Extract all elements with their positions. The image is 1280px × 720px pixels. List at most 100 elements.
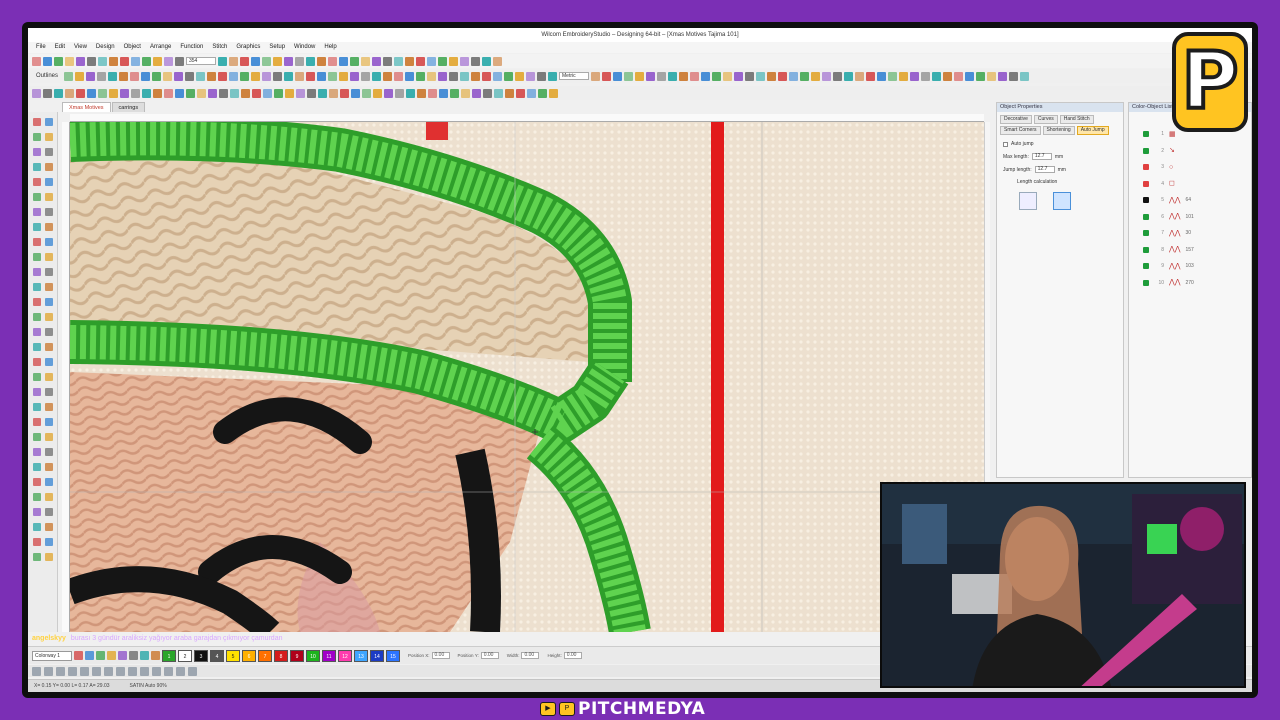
tb2-tool-30-icon[interactable] [383,71,393,81]
color-object-row[interactable]: 5 ⋀⋀ 64 [1129,192,1251,209]
toolbox-tool-8-icon[interactable] [45,163,53,171]
tb2-tool-22-icon[interactable] [295,71,305,81]
toolbox-tool-17-icon[interactable] [33,238,41,246]
tb2-tool-9-icon[interactable] [152,71,162,81]
tb3-tool-44-icon[interactable] [505,88,514,98]
tb3-tool-46-icon[interactable] [527,88,536,98]
colorway-select[interactable]: Colorway 1 [32,650,72,661]
tb3-tool-13-icon[interactable] [164,88,173,98]
tb3-tool-43-icon[interactable] [494,88,503,98]
tb2-tool-70-icon[interactable] [855,71,865,81]
tb1-tool-15-icon[interactable] [218,56,227,66]
palette-tool-3-icon[interactable] [96,651,105,660]
toolbox-tool-51-icon[interactable] [33,493,41,501]
tb2-tool-19-icon[interactable] [262,71,272,81]
tb2-tool-68-icon[interactable] [833,71,843,81]
palette-tool-8-icon[interactable] [151,651,160,660]
tb1-tool-26-icon[interactable] [339,56,348,66]
tb2-tool-52-icon[interactable] [657,71,667,81]
view-tool-7-icon[interactable] [104,666,113,676]
tb2-tool-18-icon[interactable] [251,71,261,81]
zoom-select[interactable]: 354 [186,57,216,65]
view-tool-8-icon[interactable] [116,666,125,676]
tb2-tool-31-icon[interactable] [394,71,404,81]
units-select[interactable]: Metric [559,72,590,80]
toolbox-tool-48-icon[interactable] [45,463,53,471]
tb3-tool-24-icon[interactable] [285,88,294,98]
toolbox-tool-49-icon[interactable] [33,478,41,486]
tb3-tool-37-icon[interactable] [428,88,437,98]
tb2-tool-38-icon[interactable] [471,71,481,81]
tb2-tool-55-icon[interactable] [690,71,700,81]
tb2-tool-28-icon[interactable] [361,71,371,81]
palette-tool-1-icon[interactable] [74,651,83,660]
tb3-tool-33-icon[interactable] [384,88,393,98]
toolbox-tool-39-icon[interactable] [33,403,41,411]
color-object-row[interactable]: 9 ⋀⋀ 103 [1129,258,1251,275]
tb1-tool-36-icon[interactable] [449,56,458,66]
tb2-tool-51-icon[interactable] [646,71,656,81]
tb2-tool-4-icon[interactable] [97,71,107,81]
tb2-tool-48-icon[interactable] [613,71,623,81]
color-object-row[interactable]: 6 ⋀⋀ 101 [1129,209,1251,226]
view-tool-11-icon[interactable] [152,666,161,676]
view-tool-9-icon[interactable] [128,666,137,676]
tb3-tool-8-icon[interactable] [109,88,118,98]
toolbox-tool-14-icon[interactable] [45,208,53,216]
tb2-tool-84-icon[interactable] [1009,71,1019,81]
tb1-tool-2-icon[interactable] [43,56,52,66]
tb1-tool-10-icon[interactable] [131,56,140,66]
tb1-tool-9-icon[interactable] [120,56,129,66]
menu-item-setup[interactable]: Setup [269,42,285,53]
tb1-tool-13-icon[interactable] [164,56,173,66]
menu-item-graphics[interactable]: Graphics [236,42,260,53]
view-tool-5-icon[interactable] [80,666,89,676]
toolbox-tool-6-icon[interactable] [45,148,53,156]
toolbox-tool-53-icon[interactable] [33,508,41,516]
menu-item-arrange[interactable]: Arrange [150,42,171,53]
tb2-tool-17-icon[interactable] [240,71,250,81]
tb3-tool-18-icon[interactable] [219,88,228,98]
palette-color-12[interactable]: 12 [338,649,352,662]
tb2-tool-78-icon[interactable] [943,71,953,81]
tb2-tool-47-icon[interactable] [602,71,612,81]
tb2-tool-1-icon[interactable] [64,71,74,81]
tb2-tool-63-icon[interactable] [778,71,788,81]
toolbox-tool-10-icon[interactable] [45,178,53,186]
tb2-tool-14-icon[interactable] [207,71,217,81]
tb3-tool-40-icon[interactable] [461,88,470,98]
tb1-tool-40-icon[interactable] [493,56,502,66]
toolbox-tool-24-icon[interactable] [45,283,53,291]
tb1-tool-22-icon[interactable] [295,56,304,66]
tb1-tool-3-icon[interactable] [54,56,63,66]
view-tool-12-icon[interactable] [164,666,173,676]
toolbox-tool-28-icon[interactable] [45,313,53,321]
toolbox-tool-21-icon[interactable] [33,268,41,276]
tab-hand-stitch[interactable]: Hand Stitch [1059,115,1094,124]
tb3-tool-34-icon[interactable] [395,88,404,98]
tab-carrings[interactable]: carrings [111,102,146,112]
tb2-tool-29-icon[interactable] [372,71,382,81]
toolbox-tool-58-icon[interactable] [45,538,53,546]
tb3-tool-20-icon[interactable] [241,88,250,98]
palette-color-11[interactable]: 11 [322,649,336,662]
tb3-tool-32-icon[interactable] [373,88,382,98]
tb2-tool-12-icon[interactable] [185,71,195,81]
tb2-tool-74-icon[interactable] [899,71,909,81]
palette-tool-5-icon[interactable] [118,651,127,660]
toolbox-tool-40-icon[interactable] [45,403,53,411]
tb2-tool-8-icon[interactable] [141,71,151,81]
view-tool-2-icon[interactable] [44,666,53,676]
tb2-tool-3-icon[interactable] [86,71,96,81]
toolbox-tool-18-icon[interactable] [45,238,53,246]
toolbox-tool-2-icon[interactable] [45,118,53,126]
tb2-tool-61-icon[interactable] [756,71,766,81]
tb2-tool-62-icon[interactable] [767,71,777,81]
menu-item-function[interactable]: Function [180,42,203,53]
tab-shortening[interactable]: Shortening [1042,126,1075,135]
tb2-tool-20-icon[interactable] [273,71,283,81]
menu-item-design[interactable]: Design [96,42,115,53]
tb3-tool-9-icon[interactable] [120,88,129,98]
toolbox-tool-25-icon[interactable] [33,298,41,306]
tb3-tool-3-icon[interactable] [54,88,63,98]
